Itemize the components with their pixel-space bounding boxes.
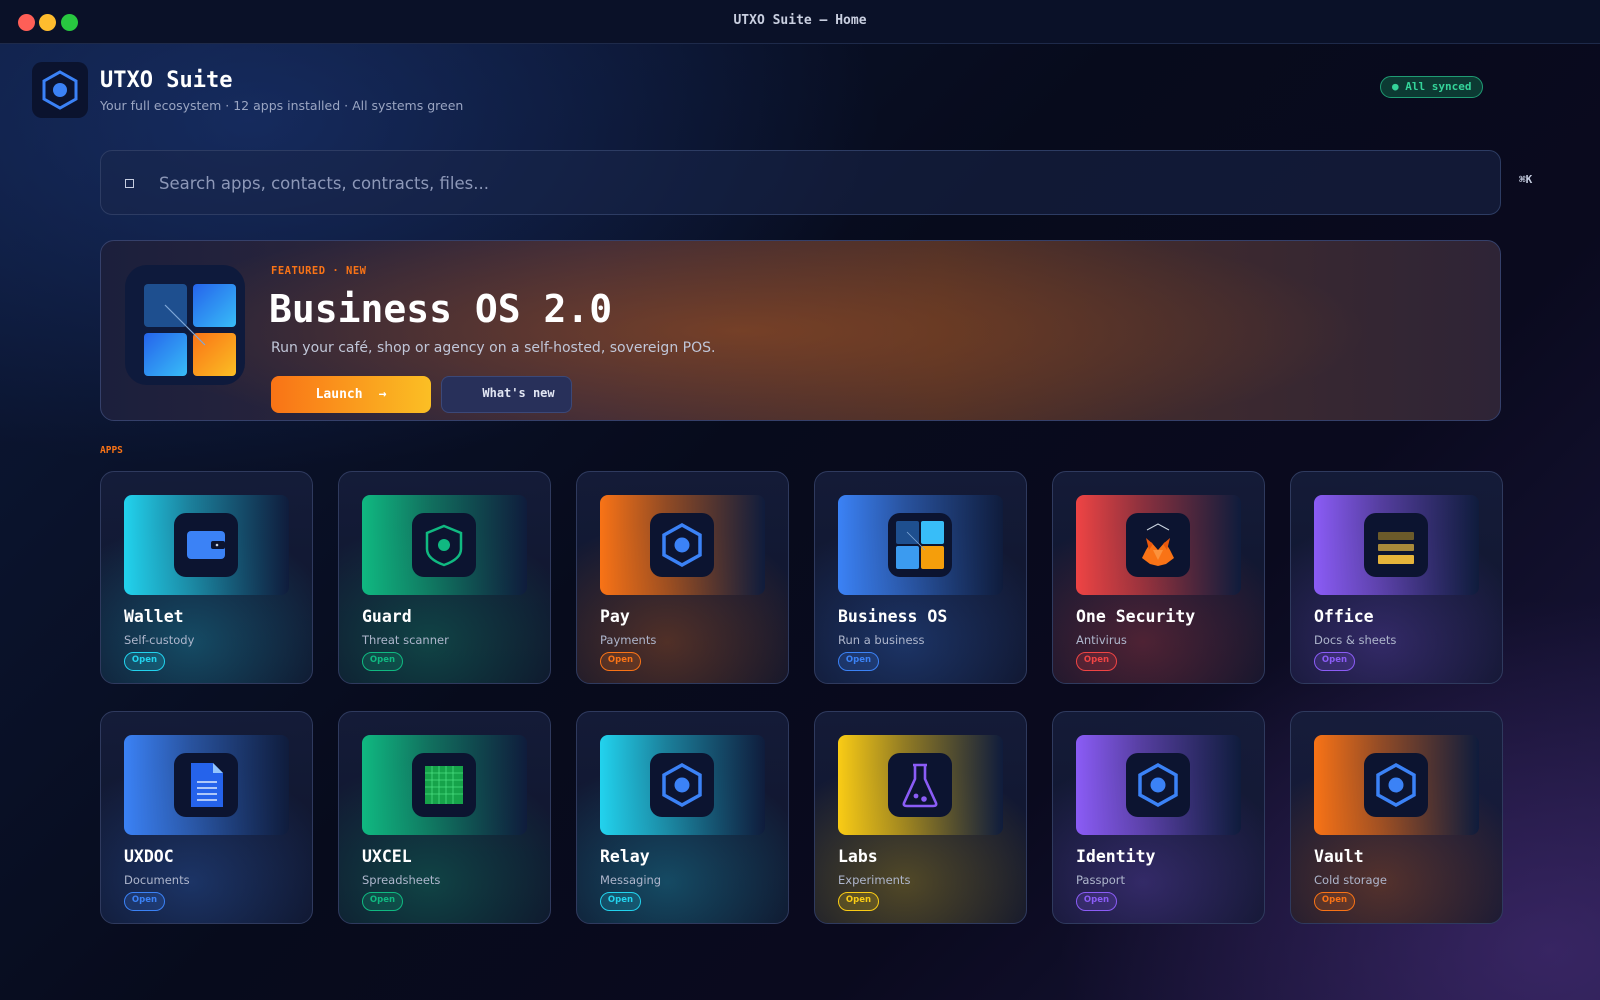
app-banner bbox=[600, 735, 765, 835]
app-subtitle: Docs & sheets bbox=[1314, 633, 1397, 647]
app-banner bbox=[1314, 735, 1479, 835]
app-tagline: Your full ecosystem · 12 apps installed … bbox=[100, 98, 464, 113]
app-card-office[interactable]: Office Docs & sheets Open bbox=[1290, 471, 1503, 684]
app-banner bbox=[362, 495, 527, 595]
keyboard-shortcut-hint: ⌘K bbox=[1519, 173, 1533, 186]
app-name: Labs bbox=[838, 847, 878, 866]
app-name: Wallet bbox=[124, 607, 184, 626]
flask-icon bbox=[888, 753, 952, 817]
hexagon-icon bbox=[650, 753, 714, 817]
app-logo-icon bbox=[32, 62, 88, 118]
launch-label: Launch bbox=[315, 387, 363, 402]
open-app-button[interactable]: Open bbox=[1076, 652, 1117, 671]
app-banner bbox=[838, 735, 1003, 835]
app-subtitle: Passport bbox=[1076, 873, 1126, 887]
app-subtitle: Self-custody bbox=[124, 633, 195, 647]
apps-section-label: APPS bbox=[100, 445, 123, 456]
app-card-labs[interactable]: Labs Experiments Open bbox=[814, 711, 1027, 924]
fox-icon bbox=[1126, 513, 1190, 577]
whats-new-button[interactable]: What's new bbox=[441, 376, 572, 413]
app-banner bbox=[1314, 495, 1479, 595]
featured-title: Business OS 2.0 bbox=[269, 287, 613, 331]
app-subtitle: Antivirus bbox=[1076, 633, 1127, 647]
sync-status-badge: ● All synced bbox=[1380, 76, 1484, 98]
spreadsheet-icon bbox=[412, 753, 476, 817]
hexagon-icon bbox=[650, 513, 714, 577]
app-name: Business OS bbox=[838, 607, 948, 626]
open-app-button[interactable]: Open bbox=[1076, 892, 1117, 911]
app-subtitle: Spreadsheets bbox=[362, 873, 441, 887]
app-name: Office bbox=[1314, 607, 1374, 626]
app-card-identity[interactable]: Identity Passport Open bbox=[1052, 711, 1265, 924]
app-name: Guard bbox=[362, 607, 412, 626]
app-card-guard[interactable]: Guard Threat scanner Open bbox=[338, 471, 551, 684]
app-card-vault[interactable]: Vault Cold storage Open bbox=[1290, 711, 1503, 924]
open-app-button[interactable]: Open bbox=[600, 892, 641, 911]
app-subtitle: Cold storage bbox=[1314, 873, 1387, 887]
app-card-pay[interactable]: Pay Payments Open bbox=[576, 471, 789, 684]
shield-icon bbox=[412, 513, 476, 577]
arrow-right-icon: → bbox=[378, 387, 387, 402]
app-banner bbox=[1076, 735, 1241, 835]
app-card-one-security[interactable]: One Security Antivirus Open bbox=[1052, 471, 1265, 684]
app-banner bbox=[838, 495, 1003, 595]
app-subtitle: Documents bbox=[124, 873, 190, 887]
app-card-wallet[interactable]: Wallet Self-custody Open bbox=[100, 471, 313, 684]
app-name: UXDOC bbox=[124, 847, 174, 866]
app-banner bbox=[124, 735, 289, 835]
grid-icon bbox=[888, 513, 952, 577]
featured-banner: FEATURED · NEW Business OS 2.0 Run your … bbox=[100, 240, 1501, 421]
document-icon bbox=[174, 753, 238, 817]
app-subtitle: Payments bbox=[600, 633, 657, 647]
app-name: Pay bbox=[600, 607, 630, 626]
open-app-button[interactable]: Open bbox=[362, 892, 403, 911]
open-app-button[interactable]: Open bbox=[124, 892, 165, 911]
featured-description: Run your café, shop or agency on a self-… bbox=[271, 340, 716, 356]
search-input[interactable] bbox=[159, 167, 1359, 199]
open-app-button[interactable]: Open bbox=[362, 652, 403, 671]
app-name: One Security bbox=[1076, 607, 1196, 626]
app-name: Identity bbox=[1076, 847, 1156, 866]
hexagon-icon bbox=[1364, 753, 1428, 817]
app-card-uxcel[interactable]: UXCEL Spreadsheets Open bbox=[338, 711, 551, 924]
app-card-relay[interactable]: Relay Messaging Open bbox=[576, 711, 789, 924]
app-subtitle: Experiments bbox=[838, 873, 911, 887]
app-name: Relay bbox=[600, 847, 650, 866]
launch-button[interactable]: Launch → bbox=[271, 376, 431, 413]
app-subtitle: Threat scanner bbox=[362, 633, 449, 647]
app-subtitle: Run a business bbox=[838, 633, 925, 647]
open-app-button[interactable]: Open bbox=[1314, 652, 1355, 671]
app-title: UTXO Suite bbox=[100, 68, 233, 93]
app-name: UXCEL bbox=[362, 847, 412, 866]
app-subtitle: Messaging bbox=[600, 873, 662, 887]
app-card-uxdoc[interactable]: UXDOC Documents Open bbox=[100, 711, 313, 924]
open-app-button[interactable]: Open bbox=[124, 652, 165, 671]
open-app-button[interactable]: Open bbox=[600, 652, 641, 671]
app-name: Vault bbox=[1314, 847, 1364, 866]
open-app-button[interactable]: Open bbox=[838, 892, 879, 911]
search-icon bbox=[125, 179, 134, 188]
app-banner bbox=[600, 495, 765, 595]
hexagon-icon bbox=[1126, 753, 1190, 817]
stack-icon bbox=[1364, 513, 1428, 577]
featured-label: FEATURED · NEW bbox=[271, 265, 367, 277]
wallet-icon bbox=[174, 513, 238, 577]
business-os-grid-icon bbox=[125, 265, 245, 385]
open-app-button[interactable]: Open bbox=[1314, 892, 1355, 911]
app-card-business-os[interactable]: Business OS Run a business Open bbox=[814, 471, 1027, 684]
app-banner bbox=[362, 735, 527, 835]
open-app-button[interactable]: Open bbox=[838, 652, 879, 671]
window-title: UTXO Suite — Home bbox=[733, 13, 867, 28]
app-banner bbox=[1076, 495, 1241, 595]
title-bar: UTXO Suite — Home bbox=[0, 0, 1600, 44]
app-banner bbox=[124, 495, 289, 595]
search-bar[interactable]: ⌘K bbox=[100, 150, 1532, 215]
